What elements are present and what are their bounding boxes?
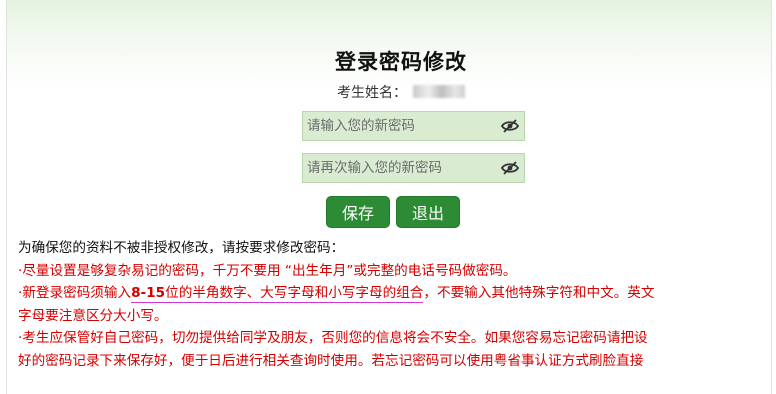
password-requirements: 为确保您的资料不被非授权修改，请按要求修改密码： ·尽量设置是够复杂易记的密码，… <box>18 237 768 372</box>
eye-slash-icon[interactable] <box>501 119 519 133</box>
requirement-item-complexity: ·尽量设置是够复杂易记的密码，千万不要用 “出生年月”或完整的电话号码做密码。 <box>18 262 517 279</box>
exit-button[interactable]: 退出 <box>396 196 460 228</box>
candidate-name-label: 考生姓名： <box>337 85 407 101</box>
requirement-item-safekeeping-cont: 好的密码记录下来保存好，便于日后进行相关查询时使用。若忘记密码可以使用粤省事认证… <box>18 352 644 369</box>
requirement-item-safekeeping: ·考生应保管好自己密码，切勿提供给同学及朋友，否则您的信息将会不安全。如果您容易… <box>18 330 648 346</box>
candidate-name-row: 考生姓名： <box>7 82 771 102</box>
requirement-item-format: ·新登录密码须输入8-15位的半角数字、大写字母和小写字母的组合，不要输入其他特… <box>18 282 768 305</box>
confirm-password-input[interactable] <box>303 154 497 182</box>
page-frame: 登录密码修改 考生姓名： 保存 退出 为确保您的资料不被非授权修改，请按要求修改… <box>6 0 772 394</box>
new-password-field[interactable] <box>302 111 525 141</box>
confirm-password-field[interactable] <box>302 153 525 183</box>
candidate-name-redacted <box>413 85 465 98</box>
page-title: 登录密码修改 <box>335 50 467 74</box>
requirement-format-prefix: ·新登录密码须输入 <box>18 285 132 301</box>
requirement-length: 8-15 <box>131 285 166 303</box>
save-button[interactable]: 保存 <box>326 196 390 228</box>
requirement-format-suffix: ，不要输入其他特殊字符和中文。英文 <box>423 285 655 301</box>
new-password-input[interactable] <box>303 112 497 140</box>
requirement-charset: 位的半角数字、大写字母和小写字母的组合 <box>165 285 424 303</box>
requirement-item-case: 字母要注意区分大小写。 <box>18 307 168 324</box>
eye-slash-icon[interactable] <box>501 161 519 175</box>
requirements-heading: 为确保您的资料不被非授权修改，请按要求修改密码： <box>18 240 345 256</box>
